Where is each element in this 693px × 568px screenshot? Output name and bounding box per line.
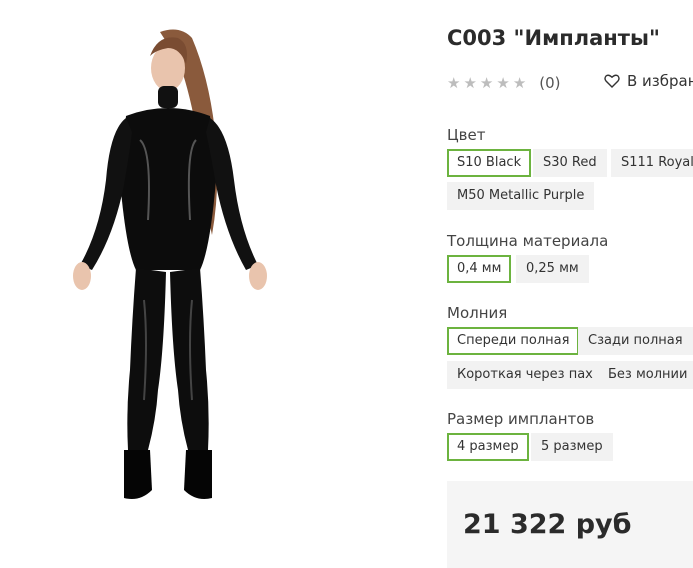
- thickness-options: 0,4 мм 0,25 мм: [447, 255, 693, 283]
- zipper-label: Молния: [447, 304, 508, 322]
- favorites-label: В избран: [627, 72, 693, 90]
- rating-row[interactable]: ★ ★ ★ ★ ★ (0): [447, 72, 561, 94]
- zipper-option-back-full[interactable]: Сзади полная: [578, 327, 693, 355]
- color-option-s10-black[interactable]: S10 Black: [447, 149, 532, 177]
- star-icon[interactable]: ★: [447, 75, 460, 91]
- color-option-s30-red[interactable]: S30 Red: [533, 149, 607, 177]
- rating-count[interactable]: (0): [539, 74, 560, 92]
- color-option-m50-metallic-purple[interactable]: M50 Metallic Purple: [447, 182, 595, 210]
- implant-size-options: 4 размер 5 размер: [447, 433, 693, 461]
- color-label: Цвет: [447, 126, 486, 144]
- product-photo[interactable]: [40, 20, 300, 520]
- star-icon[interactable]: ★: [463, 75, 476, 91]
- rating-stars[interactable]: ★ ★ ★ ★ ★: [447, 75, 526, 91]
- add-to-favorites-button[interactable]: В избран: [604, 72, 693, 90]
- product-price: 21 322 руб: [463, 509, 632, 540]
- color-option-s111-royal-blue[interactable]: S111 Royal B: [611, 149, 693, 177]
- star-icon[interactable]: ★: [496, 75, 509, 91]
- color-options-row2: M50 Metallic Purple: [447, 182, 693, 210]
- thickness-option-0-25[interactable]: 0,25 мм: [516, 255, 589, 283]
- price-box: 21 322 руб: [447, 481, 693, 568]
- star-icon[interactable]: ★: [480, 75, 493, 91]
- heart-icon: [604, 74, 620, 88]
- implant-size-option-4[interactable]: 4 размер: [447, 433, 529, 461]
- zipper-option-no-zipper[interactable]: Без молнии: [598, 361, 693, 389]
- zipper-options-row2: Короткая через пах Без молнии: [447, 361, 693, 389]
- zipper-option-front-full[interactable]: Спереди полная: [447, 327, 580, 355]
- star-icon[interactable]: ★: [513, 75, 526, 91]
- implant-size-label: Размер имплантов: [447, 410, 595, 428]
- thickness-option-0-4[interactable]: 0,4 мм: [447, 255, 512, 283]
- implant-size-option-5[interactable]: 5 размер: [531, 433, 613, 461]
- zipper-option-short-crotch[interactable]: Короткая через пах: [447, 361, 603, 389]
- thickness-label: Толщина материала: [447, 232, 609, 250]
- product-title: С003 "Импланты": [447, 26, 660, 50]
- zipper-options: Спереди полная Сзади полная: [447, 327, 693, 355]
- color-options: S10 Black S30 Red S111 Royal B: [447, 149, 693, 177]
